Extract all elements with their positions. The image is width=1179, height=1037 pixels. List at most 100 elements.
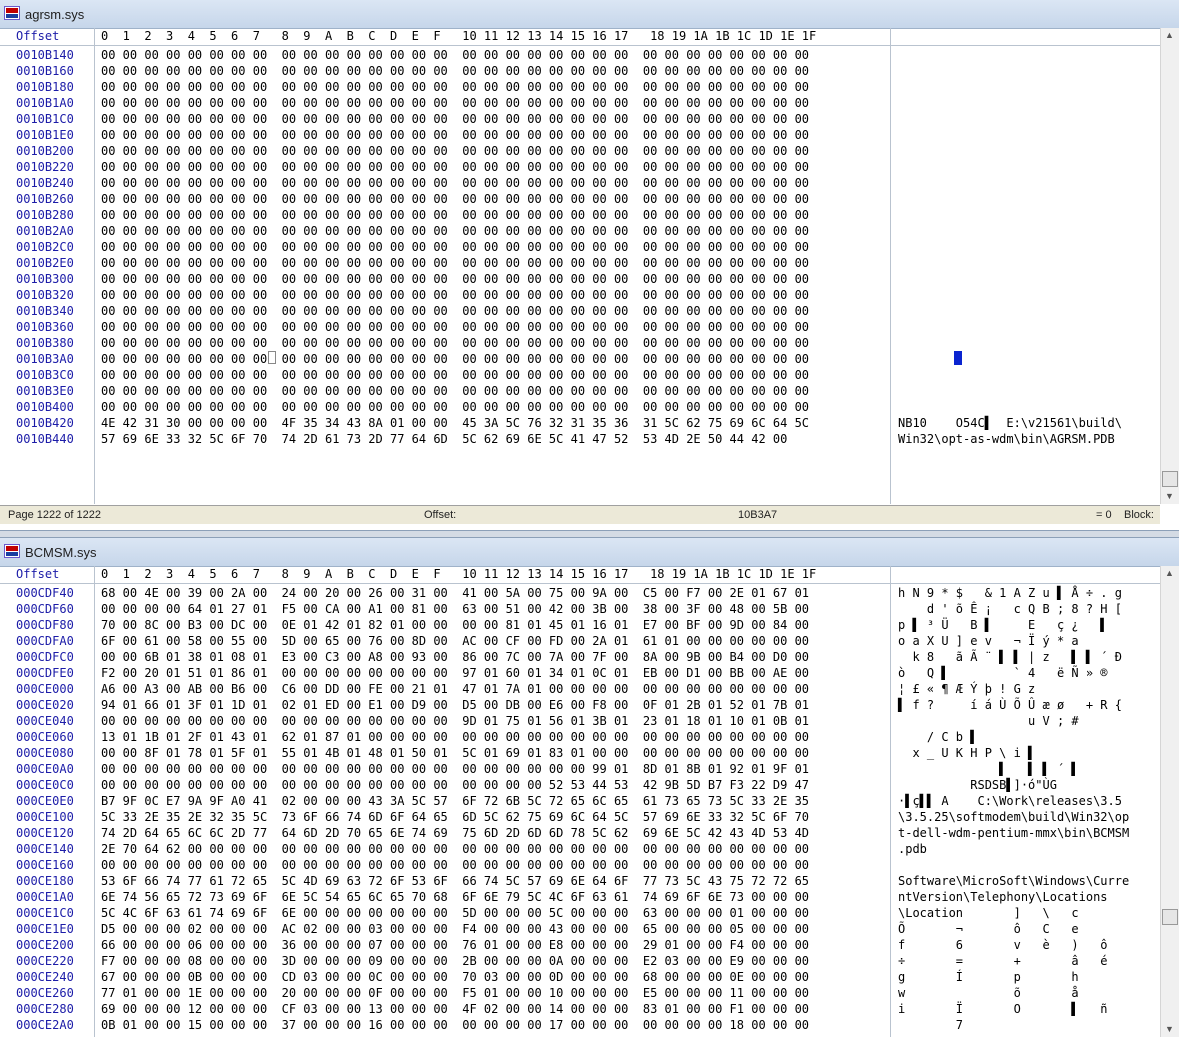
- row-hex-bytes[interactable]: 00 00 6B 01 38 01 08 01 E3 00 C3 00 A8 0…: [101, 649, 809, 665]
- hex-row[interactable]: 000CDF60 00 00 00 00 64 01 27 01 F5 00 CA…: [0, 601, 1179, 617]
- hex-row[interactable]: 000CE260 77 01 00 00 1E 00 00 00 20 00 00…: [0, 985, 1179, 1001]
- bottom-vertical-scrollbar[interactable]: ▲ ▼: [1160, 566, 1179, 1037]
- top-vertical-scrollbar[interactable]: ▲ ▼: [1160, 28, 1179, 504]
- row-hex-bytes[interactable]: 00 00 00 00 00 00 00 00 00 00 00 00 00 0…: [101, 383, 809, 399]
- hex-row[interactable]: 0010B440 57 69 6E 33 32 5C 6F 70 74 2D 61…: [0, 431, 1179, 447]
- hex-row[interactable]: 000CE100 5C 33 2E 35 2E 32 35 5C 73 6F 66…: [0, 809, 1179, 825]
- row-ascii-text[interactable]: \3.5.25\softmodem\build\Win32\op: [898, 809, 1129, 825]
- row-hex-bytes[interactable]: F7 00 00 00 08 00 00 00 3D 00 00 00 09 0…: [101, 953, 809, 969]
- hex-row[interactable]: 0010B2C0 00 00 00 00 00 00 00 00 00 00 00…: [0, 239, 1179, 255]
- row-hex-bytes[interactable]: 70 00 8C 00 B3 00 DC 00 0E 01 42 01 82 0…: [101, 617, 809, 633]
- row-hex-bytes[interactable]: 00 00 00 00 00 00 00 00 00 00 00 00 00 0…: [101, 175, 809, 191]
- hex-row[interactable]: 0010B420 4E 42 31 30 00 00 00 00 4F 35 34…: [0, 415, 1179, 431]
- hex-row[interactable]: 0010B1A0 00 00 00 00 00 00 00 00 00 00 00…: [0, 95, 1179, 111]
- hex-row[interactable]: 0010B1C0 00 00 00 00 00 00 00 00 00 00 00…: [0, 111, 1179, 127]
- row-hex-bytes[interactable]: 4E 42 31 30 00 00 00 00 4F 35 34 43 8A 0…: [101, 415, 809, 431]
- row-hex-bytes[interactable]: 00 00 00 00 00 00 00 00 00 00 00 00 00 0…: [101, 351, 809, 367]
- scroll-up-icon[interactable]: ▲: [1165, 30, 1174, 40]
- bottom-title-bar[interactable]: BCMSM.sys: [0, 538, 1179, 567]
- hex-row[interactable]: 000CE140 2E 70 64 62 00 00 00 00 00 00 00…: [0, 841, 1179, 857]
- row-ascii-text[interactable]: \Location ] \ c: [898, 905, 1079, 921]
- hex-row[interactable]: 000CE0A0 00 00 00 00 00 00 00 00 00 00 00…: [0, 761, 1179, 777]
- hex-row[interactable]: 0010B2E0 00 00 00 00 00 00 00 00 00 00 00…: [0, 255, 1179, 271]
- hex-row[interactable]: 0010B280 00 00 00 00 00 00 00 00 00 00 00…: [0, 207, 1179, 223]
- row-ascii-text[interactable]: h N 9 * $ & 1 A Z u ▌ Å ÷ . g: [898, 585, 1122, 601]
- hex-row[interactable]: 0010B380 00 00 00 00 00 00 00 00 00 00 00…: [0, 335, 1179, 351]
- row-hex-bytes[interactable]: F2 00 20 01 51 01 86 01 00 00 00 00 00 0…: [101, 665, 809, 681]
- row-hex-bytes[interactable]: 57 69 6E 33 32 5C 6F 70 74 2D 61 73 2D 7…: [101, 431, 787, 447]
- row-ascii-text[interactable]: ¦ £ « ¶ Æ Ý þ ! G z: [898, 681, 1035, 697]
- row-hex-bytes[interactable]: 00 00 00 00 00 00 00 00 00 00 00 00 00 0…: [101, 223, 809, 239]
- row-ascii-text[interactable]: ▌ ▌ ▌ ´ ▌: [898, 761, 1078, 777]
- hex-row[interactable]: 000CE120 74 2D 64 65 6C 6C 2D 77 64 6D 2D…: [0, 825, 1179, 841]
- row-hex-bytes[interactable]: 2E 70 64 62 00 00 00 00 00 00 00 00 00 0…: [101, 841, 809, 857]
- row-hex-bytes[interactable]: 69 00 00 00 12 00 00 00 CF 03 00 00 13 0…: [101, 1001, 809, 1017]
- row-hex-bytes[interactable]: 5C 4C 6F 63 61 74 69 6F 6E 00 00 00 00 0…: [101, 905, 809, 921]
- row-ascii-text[interactable]: Software\MicroSoft\Windows\Curre: [898, 873, 1129, 889]
- row-ascii-text[interactable]: k 8 ã Ã ¨ ▌ ▌ | z ▌ ▌ ´ Ð: [898, 649, 1122, 665]
- row-ascii-text[interactable]: ÷ = + â é: [898, 953, 1108, 969]
- top-title-bar[interactable]: agrsm.sys: [0, 0, 1179, 29]
- hex-row[interactable]: 0010B1E0 00 00 00 00 00 00 00 00 00 00 00…: [0, 127, 1179, 143]
- row-hex-bytes[interactable]: 00 00 00 00 00 00 00 00 00 00 00 00 00 0…: [101, 127, 809, 143]
- row-hex-bytes[interactable]: 6F 00 61 00 58 00 55 00 5D 00 65 00 76 0…: [101, 633, 809, 649]
- row-hex-bytes[interactable]: 00 00 00 00 00 00 00 00 00 00 00 00 00 0…: [101, 777, 809, 793]
- row-hex-bytes[interactable]: 66 00 00 00 06 00 00 00 36 00 00 00 07 0…: [101, 937, 809, 953]
- row-hex-bytes[interactable]: 00 00 00 00 00 00 00 00 00 00 00 00 00 0…: [101, 761, 809, 777]
- hex-row[interactable]: 000CE220 F7 00 00 00 08 00 00 00 3D 00 00…: [0, 953, 1179, 969]
- row-hex-bytes[interactable]: 00 00 00 00 00 00 00 00 00 00 00 00 00 0…: [101, 111, 809, 127]
- hex-row[interactable]: 000CE240 67 00 00 00 0B 00 00 00 CD 03 00…: [0, 969, 1179, 985]
- hex-row[interactable]: 000CE0C0 00 00 00 00 00 00 00 00 00 00 00…: [0, 777, 1179, 793]
- hex-row[interactable]: 000CE0E0 B7 9F 0C E7 9A 9F A0 41 02 00 00…: [0, 793, 1179, 809]
- row-hex-bytes[interactable]: 00 00 00 00 00 00 00 00 00 00 00 00 00 0…: [101, 63, 809, 79]
- hex-row[interactable]: 0010B320 00 00 00 00 00 00 00 00 00 00 00…: [0, 287, 1179, 303]
- hex-row[interactable]: 000CE200 66 00 00 00 06 00 00 00 36 00 00…: [0, 937, 1179, 953]
- row-hex-bytes[interactable]: 00 00 00 00 00 00 00 00 00 00 00 00 00 0…: [101, 95, 809, 111]
- hex-row[interactable]: 000CE080 00 00 8F 01 78 01 5F 01 55 01 4B…: [0, 745, 1179, 761]
- hex-row[interactable]: 000CDFA0 6F 00 61 00 58 00 55 00 5D 00 65…: [0, 633, 1179, 649]
- hex-row[interactable]: 0010B160 00 00 00 00 00 00 00 00 00 00 00…: [0, 63, 1179, 79]
- row-hex-bytes[interactable]: 00 00 00 00 00 00 00 00 00 00 00 00 00 0…: [101, 143, 809, 159]
- row-hex-bytes[interactable]: 77 01 00 00 1E 00 00 00 20 00 00 00 0F 0…: [101, 985, 809, 1001]
- scroll-down-icon[interactable]: ▼: [1165, 491, 1174, 501]
- hex-row[interactable]: 0010B400 00 00 00 00 00 00 00 00 00 00 00…: [0, 399, 1179, 415]
- row-hex-bytes[interactable]: 0B 01 00 00 15 00 00 00 37 00 00 00 16 0…: [101, 1017, 809, 1033]
- row-ascii-text[interactable]: .pdb: [898, 841, 927, 857]
- hex-row[interactable]: 000CDFE0 F2 00 20 01 51 01 86 01 00 00 00…: [0, 665, 1179, 681]
- hex-row[interactable]: 0010B340 00 00 00 00 00 00 00 00 00 00 00…: [0, 303, 1179, 319]
- scroll-up-icon[interactable]: ▲: [1165, 568, 1174, 578]
- hex-row[interactable]: 000CE280 69 00 00 00 12 00 00 00 CF 03 00…: [0, 1001, 1179, 1017]
- row-ascii-text[interactable]: g Í p h: [898, 969, 1079, 985]
- row-hex-bytes[interactable]: 00 00 00 00 00 00 00 00 00 00 00 00 00 0…: [101, 319, 809, 335]
- row-hex-bytes[interactable]: 67 00 00 00 0B 00 00 00 CD 03 00 00 0C 0…: [101, 969, 809, 985]
- row-ascii-text[interactable]: d ' õ Ê ¡ c Q B ; 8 ? H [: [898, 601, 1122, 617]
- row-hex-bytes[interactable]: 00 00 00 00 00 00 00 00 00 00 00 00 00 0…: [101, 335, 809, 351]
- row-ascii-text[interactable]: ·▌ç▌▌ A C:\Work\releases\3.5: [898, 793, 1122, 809]
- hex-row[interactable]: 000CE1A0 6E 74 56 65 72 73 69 6F 6E 5C 54…: [0, 889, 1179, 905]
- row-ascii-text[interactable]: f 6 v è ) ô: [898, 937, 1108, 953]
- row-ascii-text[interactable]: ▌ f ? í á Ù Õ Û æ ø + R {: [898, 697, 1122, 713]
- hex-row[interactable]: 000CE000 A6 00 A3 00 AB 00 B6 00 C6 00 DD…: [0, 681, 1179, 697]
- row-hex-bytes[interactable]: 00 00 00 00 00 00 00 00 00 00 00 00 00 0…: [101, 207, 809, 223]
- row-ascii-text[interactable]: Win32\opt-as-wdm\bin\AGRSM.PDB: [898, 431, 1115, 447]
- row-hex-bytes[interactable]: 00 00 00 00 00 00 00 00 00 00 00 00 00 0…: [101, 303, 809, 319]
- hex-row[interactable]: 000CDFC0 00 00 6B 01 38 01 08 01 E3 00 C3…: [0, 649, 1179, 665]
- hex-row[interactable]: 0010B140 00 00 00 00 00 00 00 00 00 00 00…: [0, 47, 1179, 63]
- scroll-thumb[interactable]: [1162, 909, 1178, 925]
- row-ascii-text[interactable]: t-dell-wdm-pentium-mmx\bin\BCMSM: [898, 825, 1129, 841]
- row-ascii-text[interactable]: RSDSB▌]·ó"ÙG: [898, 777, 1057, 793]
- row-hex-bytes[interactable]: 13 01 1B 01 2F 01 43 01 62 01 87 01 00 0…: [101, 729, 809, 745]
- row-hex-bytes[interactable]: 00 00 00 00 00 00 00 00 00 00 00 00 00 0…: [101, 239, 809, 255]
- hex-row[interactable]: 0010B300 00 00 00 00 00 00 00 00 00 00 00…: [0, 271, 1179, 287]
- hex-row[interactable]: 000CE020 94 01 66 01 3F 01 1D 01 02 01 ED…: [0, 697, 1179, 713]
- row-ascii-text[interactable]: w õ å: [898, 985, 1079, 1001]
- hex-row[interactable]: 0010B180 00 00 00 00 00 00 00 00 00 00 00…: [0, 79, 1179, 95]
- row-ascii-text[interactable]: x _ U K H P \ i ▌: [898, 745, 1035, 761]
- row-ascii-text[interactable]: i Ï O ▌ ñ: [898, 1001, 1108, 1017]
- row-hex-bytes[interactable]: 74 2D 64 65 6C 6C 2D 77 64 6D 2D 70 65 6…: [101, 825, 809, 841]
- hex-row[interactable]: 000CE160 00 00 00 00 00 00 00 00 00 00 00…: [0, 857, 1179, 873]
- hex-row[interactable]: 000CE060 13 01 1B 01 2F 01 43 01 62 01 87…: [0, 729, 1179, 745]
- row-hex-bytes[interactable]: 00 00 00 00 00 00 00 00 00 00 00 00 00 0…: [101, 287, 809, 303]
- hex-row[interactable]: 0010B3E0 00 00 00 00 00 00 00 00 00 00 00…: [0, 383, 1179, 399]
- hex-row[interactable]: 000CE040 00 00 00 00 00 00 00 00 00 00 00…: [0, 713, 1179, 729]
